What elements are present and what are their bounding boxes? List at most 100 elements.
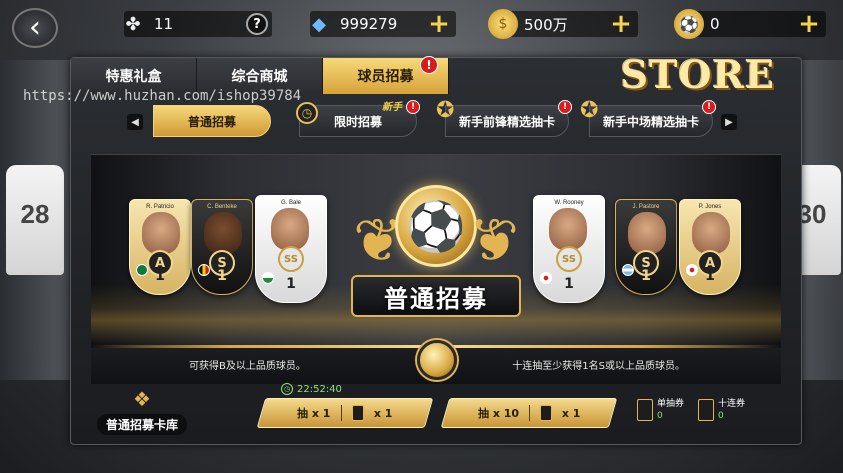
recruit-emblem: ❦ ⚽ ❦ 普通招募 bbox=[351, 185, 521, 325]
player-portrait bbox=[549, 208, 587, 250]
subtab-normal-recruit[interactable]: 普通招募 bbox=[153, 105, 271, 137]
subtab-next-arrow[interactable]: ▶ bbox=[721, 114, 737, 130]
ticket-icon bbox=[539, 405, 552, 421]
ticket-icon bbox=[351, 405, 364, 421]
player-name: J. Pastore bbox=[632, 204, 660, 210]
player-level: 1 bbox=[564, 276, 574, 292]
draw-one-label: 抽 x 1 bbox=[297, 407, 331, 420]
draw-ten-cost: x 1 bbox=[561, 406, 581, 420]
clover-value: 11 bbox=[154, 15, 174, 33]
draw-ten-label: 抽 x 10 bbox=[477, 407, 519, 420]
ball-token-resource: ⚽ 0 + bbox=[674, 9, 826, 39]
player-portrait bbox=[628, 212, 666, 254]
player-level: 1 bbox=[641, 268, 651, 284]
single-voucher: 单抽券 0 bbox=[637, 398, 684, 422]
alert-icon: ! bbox=[702, 100, 716, 114]
subtab-prev-arrow[interactable]: ◀ bbox=[127, 114, 143, 130]
free-draw-timer: ◷ 22:52:40 bbox=[281, 383, 342, 395]
draw-one-button[interactable]: 抽 x 1 x 1 bbox=[256, 398, 434, 428]
player-name: C. Benteke bbox=[207, 204, 237, 210]
add-gem-button[interactable]: + bbox=[428, 9, 450, 39]
player-level: 1 bbox=[705, 268, 715, 284]
clover-resource: ✤ 11 ? bbox=[124, 11, 272, 37]
player-name: G. Bale bbox=[280, 200, 301, 206]
rank-badge: SS bbox=[556, 246, 582, 272]
player-portrait bbox=[692, 212, 730, 254]
divider bbox=[340, 405, 342, 421]
star-icon: ✪ bbox=[436, 98, 455, 123]
gem-resource: ◆ 999279 + bbox=[310, 9, 456, 39]
store-logo: STORE bbox=[620, 52, 775, 97]
player-card: G. Bale SS 1 bbox=[255, 195, 327, 303]
tab-label: 综合商城 bbox=[231, 69, 288, 85]
subtab-label: 新手中场精选抽卡 bbox=[602, 114, 699, 129]
tab-label: 球员招募 bbox=[357, 69, 414, 85]
subtab-limited-recruit[interactable]: ◷ 限时招募 新手 ! bbox=[296, 100, 420, 137]
voucher-count: 0 bbox=[718, 411, 724, 421]
draw-ten-button[interactable]: 抽 x 10 x 1 bbox=[440, 398, 618, 428]
alarm-clock-icon: ◷ bbox=[281, 383, 293, 395]
coin-icon: $ bbox=[488, 9, 518, 39]
subtab-midfield-pick[interactable]: ✪ 新手中场精选抽卡 ! bbox=[580, 98, 716, 137]
player-card: C. Benteke S 1 bbox=[191, 199, 253, 295]
divider bbox=[528, 405, 530, 421]
subtab-label: 新手前锋精选抽卡 bbox=[458, 114, 555, 129]
help-button[interactable]: ? bbox=[246, 13, 268, 35]
resource-bar: ‹ ✤ 11 ? ◆ 999279 + $ 500万 + ⚽ 0 + bbox=[0, 0, 843, 52]
gem-value: 999279 bbox=[340, 15, 398, 33]
coin-emblem-icon bbox=[417, 340, 457, 380]
timer-text: 22:52:40 bbox=[297, 383, 342, 395]
player-name: R. Patricio bbox=[146, 204, 174, 210]
player-level: 1 bbox=[286, 276, 296, 292]
rank-badge: SS bbox=[278, 246, 304, 272]
player-portrait bbox=[271, 208, 309, 250]
star-icon: ✪ bbox=[580, 98, 599, 123]
player-portrait bbox=[142, 212, 180, 254]
recruit-banner: R. Patricio A 1 C. Benteke S 1 G. Bale S… bbox=[91, 154, 781, 384]
voucher-label: 单抽券 bbox=[657, 399, 685, 409]
recruit-deck-button[interactable]: ❖ 普通招募卡库 bbox=[97, 388, 187, 436]
ball-token-icon: ⚽ bbox=[674, 9, 704, 39]
voucher-label: 十连券 bbox=[718, 399, 746, 409]
new-badge: 新手 bbox=[382, 102, 402, 113]
player-card: J. Pastore S 1 bbox=[615, 199, 677, 295]
voucher-count: 0 bbox=[657, 411, 663, 421]
voucher-icon bbox=[637, 399, 653, 421]
voucher-icon bbox=[698, 399, 715, 421]
banner-title: 普通招募 bbox=[351, 275, 521, 317]
draw-one-cost: x 1 bbox=[373, 406, 393, 420]
store-panel: 特惠礼盒 综合商城 球员招募 ! STORE https://www.huzha… bbox=[23, 52, 802, 445]
clover-icon: ✤ bbox=[125, 13, 141, 35]
player-name: W. Rooney bbox=[554, 200, 584, 206]
deck-label: 普通招募卡库 bbox=[97, 414, 187, 435]
alert-icon: ! bbox=[406, 100, 420, 114]
coin-resource: $ 500万 + bbox=[488, 9, 638, 39]
player-name: P. Jones bbox=[698, 204, 722, 210]
tab-player-recruit[interactable]: 球员招募 ! bbox=[323, 56, 449, 94]
subtab-forward-pick[interactable]: ✪ 新手前锋精选抽卡 ! bbox=[436, 98, 572, 137]
recruit-subtabs: ◀ 普通招募 ◷ 限时招募 新手 ! ✪ 新手前锋精选抽卡 ! ✪ 新手中场精选… bbox=[127, 98, 807, 144]
ten-voucher: 十连券 0 bbox=[698, 398, 745, 422]
player-level: 1 bbox=[217, 268, 227, 284]
tab-label: 特惠礼盒 bbox=[105, 69, 162, 85]
chevron-left-icon: ‹ bbox=[29, 10, 41, 45]
add-coin-button[interactable]: + bbox=[610, 9, 632, 39]
voucher-counts: 单抽券 0 十连券 0 bbox=[637, 398, 745, 422]
description-left: 可获得B及以上品质球员。 bbox=[189, 361, 306, 372]
player-portrait bbox=[204, 212, 242, 254]
player-card: P. Jones A 1 bbox=[679, 199, 741, 295]
soccer-ball-icon: ⚽ bbox=[395, 185, 477, 267]
card-deck-icon: ❖ bbox=[133, 387, 151, 411]
player-level: 1 bbox=[155, 268, 165, 284]
gem-icon: ◆ bbox=[312, 13, 326, 35]
back-button[interactable]: ‹ bbox=[12, 8, 58, 48]
add-ball-token-button[interactable]: + bbox=[798, 9, 820, 39]
player-card: R. Patricio A 1 bbox=[129, 199, 191, 295]
ball-token-value: 0 bbox=[710, 15, 720, 33]
player-card: W. Rooney SS 1 bbox=[533, 195, 605, 303]
subtab-label: 普通招募 bbox=[187, 114, 236, 129]
jersey-left: 28 bbox=[6, 165, 64, 275]
alert-icon: ! bbox=[558, 100, 572, 114]
subtab-label: 限时招募 bbox=[333, 114, 382, 129]
coin-value: 500万 bbox=[524, 15, 568, 34]
